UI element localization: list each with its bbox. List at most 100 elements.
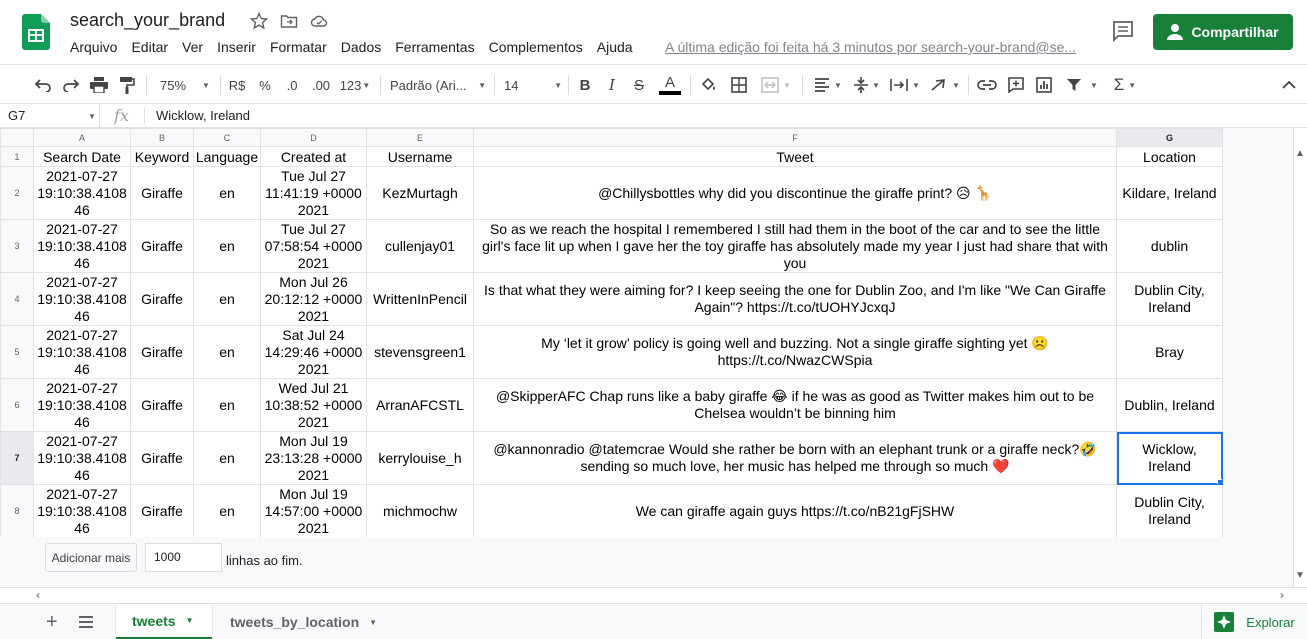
scroll-down-icon[interactable]: ▼ xyxy=(1295,570,1305,581)
fill-handle[interactable] xyxy=(1217,479,1222,484)
more-formats-button[interactable]: 123 ▼ xyxy=(338,73,372,97)
borders-icon[interactable] xyxy=(728,73,750,97)
filter-icon[interactable]: ▼ xyxy=(1062,73,1102,97)
row-header[interactable]: 7 xyxy=(0,431,34,485)
language-cell[interactable]: en xyxy=(193,431,261,485)
move-to-folder-icon[interactable] xyxy=(280,12,298,30)
link-icon[interactable] xyxy=(976,73,998,97)
column-header-f[interactable]: F xyxy=(473,128,1117,147)
search-date-cell[interactable]: 2021-07-27 19:10:38.4108 46 xyxy=(33,325,131,379)
horizontal-align-icon[interactable]: ▼ xyxy=(810,73,846,97)
column-header-e[interactable]: E xyxy=(366,128,474,147)
menu-ajuda[interactable]: Ajuda xyxy=(597,39,633,55)
username-cell[interactable]: KezMurtagh xyxy=(366,166,474,220)
print-icon[interactable] xyxy=(88,73,110,97)
menu-complementos[interactable]: Complementos xyxy=(489,39,583,55)
column-header-g[interactable]: G xyxy=(1116,128,1223,147)
text-rotation-icon[interactable]: ▼ xyxy=(928,73,962,97)
undo-icon[interactable] xyxy=(32,73,54,97)
menu-editar[interactable]: Editar xyxy=(131,39,168,55)
search-date-cell[interactable]: 2021-07-27 19:10:38.4108 46 xyxy=(33,484,131,538)
location-cell[interactable]: Bray xyxy=(1116,325,1223,379)
search-date-cell[interactable]: 2021-07-27 19:10:38.4108 46 xyxy=(33,272,131,326)
text-wrap-icon[interactable]: ▼ xyxy=(888,73,922,97)
tweet-cell[interactable]: Is that what they were aiming for? I kee… xyxy=(473,272,1117,326)
tweet-cell[interactable]: @SkipperAFC Chap runs like a baby giraff… xyxy=(473,378,1117,432)
functions-icon[interactable]: Σ ▼ xyxy=(1108,73,1142,97)
font-size-select[interactable]: 14 ▼ xyxy=(504,73,562,97)
created-at-cell[interactable]: Mon Jul 26 20:12:12 +0000 2021 xyxy=(260,272,367,326)
scroll-up-icon[interactable]: ▲ xyxy=(1295,148,1305,159)
header-cell[interactable]: Language xyxy=(193,146,261,167)
keyword-cell[interactable]: Giraffe xyxy=(130,166,194,220)
username-cell[interactable]: michmochw xyxy=(366,484,474,538)
keyword-cell[interactable]: Giraffe xyxy=(130,484,194,538)
search-date-cell[interactable]: 2021-07-27 19:10:38.4108 46 xyxy=(33,219,131,273)
name-box-dropdown-icon[interactable]: ▼ xyxy=(88,112,96,121)
currency-format-button[interactable]: R$ xyxy=(226,73,248,97)
location-cell[interactable]: Dublin City, Ireland xyxy=(1116,272,1223,326)
header-cell[interactable]: Username xyxy=(366,146,474,167)
menu-formatar[interactable]: Formatar xyxy=(270,39,327,55)
language-cell[interactable]: en xyxy=(193,219,261,273)
add-sheet-icon[interactable]: + xyxy=(46,611,58,634)
horizontal-scrollbar[interactable]: ‹ › xyxy=(0,587,1307,602)
select-all-corner[interactable] xyxy=(0,128,34,147)
location-cell[interactable]: Dublin, Ireland xyxy=(1116,378,1223,432)
increase-decimal-button[interactable]: .00 xyxy=(308,73,334,97)
decrease-decimal-button[interactable]: .0 xyxy=(281,73,303,97)
language-cell[interactable]: en xyxy=(193,325,261,379)
fill-color-icon[interactable] xyxy=(698,73,720,97)
percent-format-button[interactable]: % xyxy=(255,73,275,97)
sheet-tab-tweets-by-location[interactable]: tweets_by_location ▼ xyxy=(214,604,393,639)
vertical-align-icon[interactable]: ▼ xyxy=(852,73,882,97)
share-button[interactable]: Compartilhar xyxy=(1153,14,1293,50)
keyword-cell[interactable]: Giraffe xyxy=(130,325,194,379)
star-icon[interactable] xyxy=(250,12,268,30)
keyword-cell[interactable]: Giraffe xyxy=(130,431,194,485)
last-edit-link[interactable]: A última edição foi feita há 3 minutos p… xyxy=(665,39,1076,55)
username-cell[interactable]: WrittenInPencil xyxy=(366,272,474,326)
menu-inserir[interactable]: Inserir xyxy=(217,39,256,55)
created-at-cell[interactable]: Tue Jul 27 11:41:19 +0000 2021 xyxy=(260,166,367,220)
strikethrough-icon[interactable]: S xyxy=(630,73,648,97)
all-sheets-icon[interactable] xyxy=(78,614,94,630)
zoom-select[interactable]: 75% ▼ xyxy=(156,73,214,97)
header-cell[interactable]: Keyword xyxy=(130,146,194,167)
keyword-cell[interactable]: Giraffe xyxy=(130,378,194,432)
row-header[interactable]: 3 xyxy=(0,219,34,273)
created-at-cell[interactable]: Mon Jul 19 14:57:00 +0000 2021 xyxy=(260,484,367,538)
tweet-cell[interactable]: @kannonradio @tatemcrae Would she rather… xyxy=(473,431,1117,485)
bold-icon[interactable]: B xyxy=(576,73,594,97)
created-at-cell[interactable]: Tue Jul 27 07:58:54 +0000 2021 xyxy=(260,219,367,273)
location-cell[interactable]: Dublin City, Ireland xyxy=(1116,484,1223,538)
scroll-right-icon[interactable]: › xyxy=(1280,588,1284,602)
text-color-icon[interactable]: A xyxy=(658,73,682,97)
comments-icon[interactable] xyxy=(1112,20,1134,42)
created-at-cell[interactable]: Sat Jul 24 14:29:46 +0000 2021 xyxy=(260,325,367,379)
location-cell[interactable]: Kildare, Ireland xyxy=(1116,166,1223,220)
insert-comment-icon[interactable] xyxy=(1005,73,1027,97)
menu-dados[interactable]: Dados xyxy=(341,39,381,55)
merge-cells-icon[interactable]: ▼ xyxy=(757,73,795,97)
language-cell[interactable]: en xyxy=(193,272,261,326)
tweet-cell[interactable]: My ‘let it grow’ policy is going well an… xyxy=(473,325,1117,379)
italic-icon[interactable]: I xyxy=(603,73,621,97)
location-cell[interactable]: Wicklow, Ireland xyxy=(1116,431,1223,485)
language-cell[interactable]: en xyxy=(193,378,261,432)
scroll-left-icon[interactable]: ‹ xyxy=(36,588,40,602)
menu-arquivo[interactable]: Arquivo xyxy=(70,39,117,55)
language-cell[interactable]: en xyxy=(193,166,261,220)
row-header[interactable]: 6 xyxy=(0,378,34,432)
document-title[interactable]: search_your_brand xyxy=(70,10,225,31)
row-header[interactable]: 5 xyxy=(0,325,34,379)
formula-input[interactable]: Wicklow, Ireland xyxy=(156,108,250,123)
font-family-select[interactable]: Padrão (Ari... ▼ xyxy=(390,73,486,97)
header-cell[interactable]: Tweet xyxy=(473,146,1117,167)
tweet-cell[interactable]: We can giraffe again guys https://t.co/n… xyxy=(473,484,1117,538)
column-header-c[interactable]: C xyxy=(193,128,261,147)
column-header-b[interactable]: B xyxy=(130,128,194,147)
row-header[interactable]: 8 xyxy=(0,484,34,538)
paint-format-icon[interactable] xyxy=(116,73,138,97)
search-date-cell[interactable]: 2021-07-27 19:10:38.4108 46 xyxy=(33,166,131,220)
